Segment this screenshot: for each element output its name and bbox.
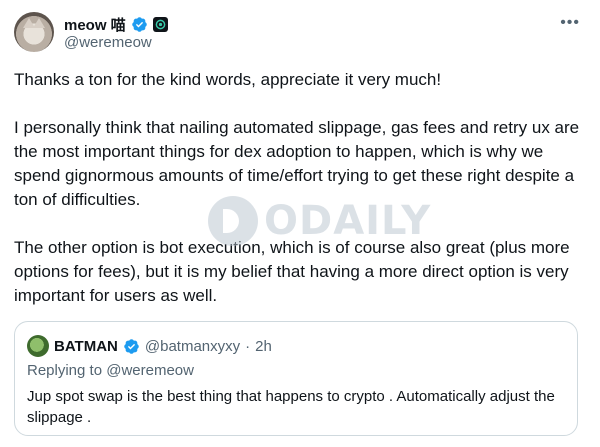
author-name[interactable]: meow 喵	[64, 14, 126, 35]
quoted-author-name: BATMAN	[54, 337, 118, 355]
author-avatar[interactable]	[14, 12, 54, 52]
tweet-header: meow 喵 @weremeow •••	[14, 12, 586, 56]
watermark-logo-icon	[208, 196, 258, 246]
quoted-tweet[interactable]: BATMAN @batmanxyxy · 2h Replying to @wer…	[14, 321, 578, 436]
quoted-tweet-header: BATMAN @batmanxyxy · 2h	[27, 335, 272, 357]
avatar-ear-right	[33, 18, 45, 28]
tweet-paragraph: The other option is bot execution, which…	[14, 238, 570, 305]
affiliation-logo-icon	[155, 19, 166, 30]
tweet-card: meow 喵 @weremeow ••• Thanks a ton for th…	[0, 0, 600, 447]
quoted-author-handle: @batmanxyxy	[144, 337, 241, 355]
more-options-icon[interactable]: •••	[560, 14, 580, 32]
author-handle[interactable]: @weremeow	[64, 34, 152, 51]
separator-dot: ·	[245, 337, 251, 355]
verified-badge-icon	[131, 17, 147, 32]
watermark-text: ODAILY	[264, 198, 432, 244]
replying-to: Replying to @weremeow	[27, 362, 194, 379]
quoted-tweet-text: Jup spot swap is the best thing that hap…	[27, 388, 555, 426]
quoted-author-avatar	[27, 335, 49, 357]
watermark: ODAILY	[208, 196, 431, 246]
tweet-paragraph: Thanks a ton for the kind words, appreci…	[14, 70, 442, 89]
verified-badge-icon	[124, 338, 139, 354]
affiliation-badge-icon[interactable]	[152, 17, 168, 32]
author-name-line: meow 喵	[64, 14, 168, 35]
quoted-timestamp: 2h	[255, 337, 272, 355]
